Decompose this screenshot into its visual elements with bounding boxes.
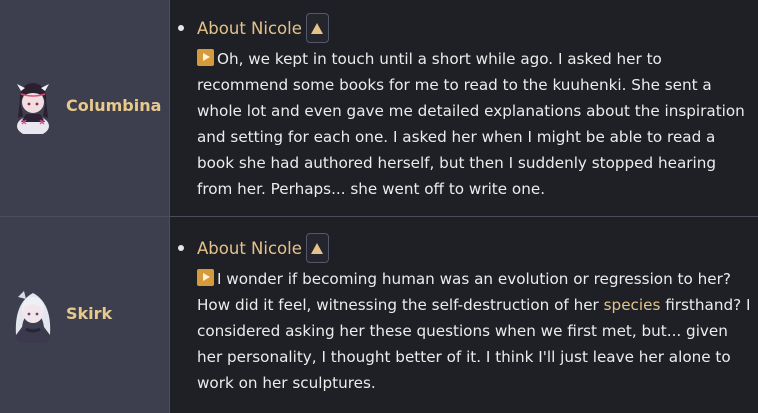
topic-title: About Nicole <box>197 238 302 258</box>
list-bullet <box>178 245 184 251</box>
columbina-avatar[interactable] <box>8 74 58 134</box>
dialogue-text: I wonder if becoming human was an evolut… <box>197 266 756 396</box>
topic-header: About Nicole <box>197 233 329 263</box>
dialogue-cell: About Nicole Oh, we kept in touch until … <box>170 0 758 216</box>
dialogue-text: Oh, we kept in touch until a short while… <box>197 46 756 202</box>
dialogue-cell: About Nicole I wonder if becoming human … <box>170 217 758 413</box>
character-name[interactable]: Skirk <box>66 304 112 323</box>
topic-header: About Nicole <box>197 13 329 43</box>
list-bullet <box>178 25 184 31</box>
skirk-avatar[interactable] <box>8 283 58 343</box>
play-icon[interactable] <box>197 49 214 66</box>
dialogue-line: Oh, we kept in touch until a short while… <box>197 50 745 198</box>
play-icon[interactable] <box>197 269 214 286</box>
character-cell: Skirk <box>0 217 170 413</box>
collapse-toggle-button[interactable] <box>305 13 329 43</box>
collapse-toggle-button[interactable] <box>305 233 329 263</box>
triangle-up-icon <box>311 22 324 34</box>
triangle-up-icon <box>311 242 324 254</box>
species-link[interactable]: species <box>604 296 661 314</box>
topic-title: About Nicole <box>197 18 302 38</box>
voice-over-row: Skirk About Nicole I wonder if becoming … <box>0 217 758 413</box>
voice-over-table: Columbina About Nicole Oh, we kept in to… <box>0 0 758 413</box>
character-cell: Columbina <box>0 0 170 216</box>
voice-over-row: Columbina About Nicole Oh, we kept in to… <box>0 0 758 216</box>
character-name[interactable]: Columbina <box>66 96 161 115</box>
